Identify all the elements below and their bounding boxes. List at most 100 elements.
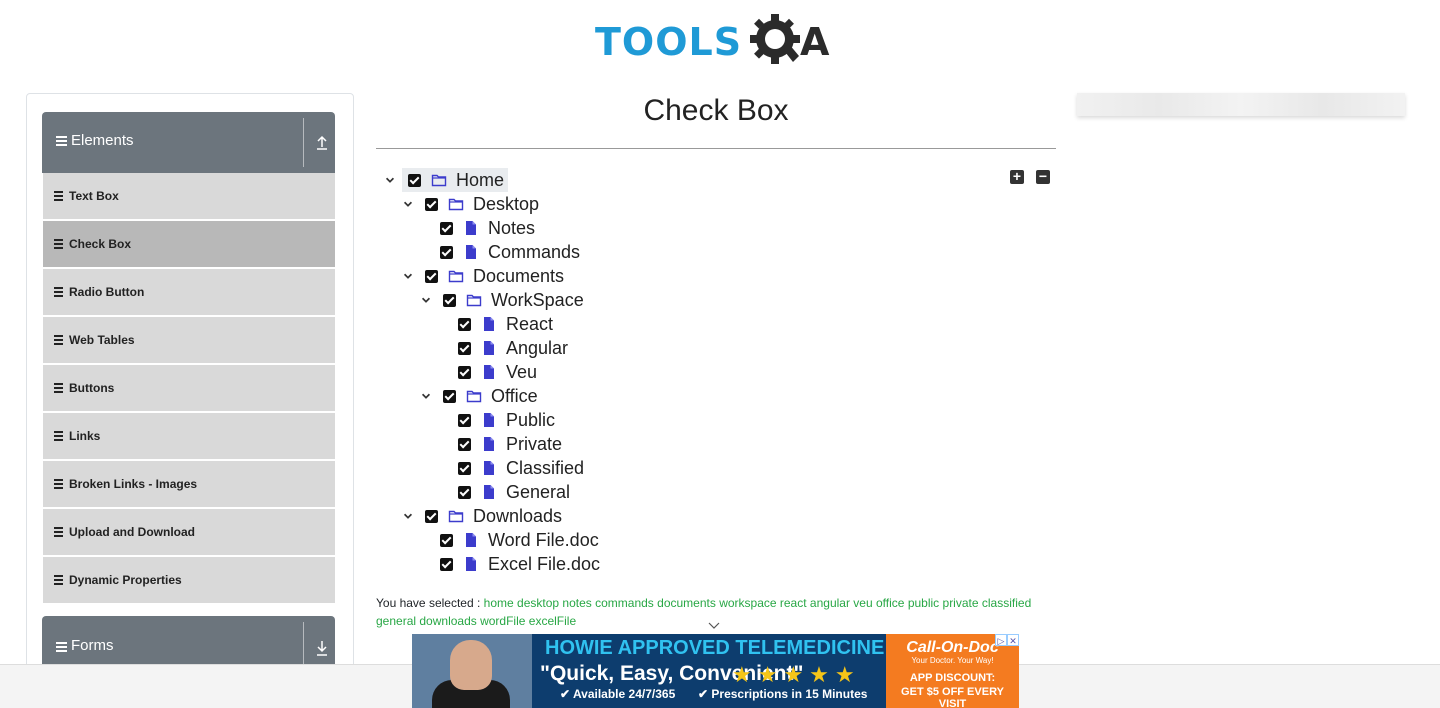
tree-node[interactable]: Veu [455,360,537,384]
tree-node-label: Desktop [473,193,540,214]
sidebar-item-links[interactable]: Links [43,413,335,459]
collapse-all-button[interactable]: − [1036,169,1050,184]
tree-node[interactable]: General [455,480,570,504]
tree-node[interactable]: React [455,312,553,336]
group-header-elements[interactable]: Elements [42,112,335,173]
sidebar-item-upload-download[interactable]: Upload and Download [43,509,335,555]
chevron-down-icon[interactable] [401,269,415,283]
ad-person-face [450,640,492,690]
tree-node[interactable]: Notes [437,216,535,240]
checkbox-checked-icon[interactable] [458,341,471,355]
chevron-down-icon[interactable] [419,293,433,307]
tree-node[interactable]: Desktop [401,192,539,216]
chevron-down-icon[interactable] [383,173,397,187]
menu-item-icon [54,431,63,441]
checkbox-checked-icon[interactable] [443,389,456,403]
sidebar-item-label: Web Tables [69,333,135,347]
selected-item: downloads [419,614,477,628]
tree-node-label: Public [506,409,556,430]
sidebar-item-dynamic-properties[interactable]: Dynamic Properties [43,557,335,603]
selected-item: wordFile [480,614,526,628]
file-icon [481,364,497,380]
tree-node[interactable]: Word File.doc [437,528,599,552]
checkbox-checked-icon[interactable] [458,437,471,451]
checkbox-checked-icon[interactable] [440,245,453,259]
tree-node[interactable]: Public [455,408,555,432]
chevron-down-icon[interactable] [401,197,415,211]
sidebar-item-label: Broken Links - Images [69,477,198,491]
tree-node[interactable]: Commands [437,240,580,264]
menu-item-icon [54,239,63,249]
tree-node-label: React [506,313,554,334]
checkbox-checked-icon[interactable] [440,557,453,571]
checkbox-checked-icon[interactable] [458,413,471,427]
chevron-down-icon[interactable] [419,389,433,403]
tree-node[interactable]: WorkSpace [419,288,584,312]
checkbox-checked-icon[interactable] [425,197,438,211]
expand-all-button[interactable]: + [1010,169,1024,184]
checkbox-checked-icon[interactable] [425,269,438,283]
sidebar-item-broken-links[interactable]: Broken Links - Images [43,461,335,507]
file-icon [481,412,497,428]
star-rating-icon: ★★★★★ [732,662,861,687]
tree-node-label: Commands [488,241,581,262]
ad-close-icon[interactable]: ✕ [1007,634,1019,646]
tree-node[interactable]: Documents [401,264,564,288]
tree-node[interactable]: Private [455,432,562,456]
selected-item: workspace [719,596,777,610]
checkbox-checked-icon[interactable] [458,317,471,331]
ad-feature: ✔ Available 24/7/365 [560,687,676,701]
right-ad-placeholder [1077,93,1405,116]
sidebar-item-check-box[interactable]: Check Box [43,221,335,267]
sidebar-item-label: Text Box [69,189,119,203]
toolsqa-logo[interactable]: TOOLS A [595,12,840,68]
checkbox-checked-icon[interactable] [443,293,456,307]
expand-down-icon[interactable] [315,640,329,656]
checkbox-checked-icon[interactable] [408,173,421,187]
checkbox-checked-icon[interactable] [440,533,453,547]
tree-node[interactable]: Downloads [401,504,562,528]
selected-item: desktop [517,596,560,610]
ad-choices[interactable]: ▷ ✕ [995,634,1019,646]
sidebar-item-buttons[interactable]: Buttons [43,365,335,411]
checkbox-checked-icon[interactable] [458,485,471,499]
selected-item: private [942,596,979,610]
tree-node-label: Documents [473,265,565,286]
chevron-down-icon[interactable] [401,509,415,523]
left-panel: Elements Text Box Check Box Radio Button… [26,93,354,708]
checkbox-checked-icon[interactable] [458,365,471,379]
selected-item: veu [853,596,873,610]
tree-node[interactable]: Office [419,384,538,408]
tree-node[interactable]: Classified [455,456,584,480]
adchoices-icon[interactable]: ▷ [995,634,1007,646]
ad-brand-sub: Your Doctor. Your Way! [911,656,994,665]
sidebar-item-label: Buttons [69,381,115,395]
group-title: Elements [71,132,134,149]
checkbox-checked-icon[interactable] [425,509,438,523]
sidebar-item-web-tables[interactable]: Web Tables [43,317,335,363]
menu-item-icon [54,335,63,345]
folder-icon [466,292,482,308]
file-icon [463,532,479,548]
elements-group-icon [56,136,67,147]
file-icon [481,484,497,500]
advertisement-banner[interactable]: HOWIE APPROVED TELEMEDICINE "Quick, Easy… [412,634,1019,708]
folder-icon [448,268,464,284]
selected-item: angular [809,596,850,610]
collapse-up-icon[interactable] [315,134,329,150]
title-divider [376,148,1056,149]
tree-node-label: Classified [506,457,585,478]
tree-node[interactable]: Excel File.doc [437,552,600,576]
sidebar-item-radio-button[interactable]: Radio Button [43,269,335,315]
sidebar-item-label: Links [69,429,101,443]
selected-item: home [483,596,514,610]
selected-item: office [876,596,905,610]
chevron-down-icon[interactable] [708,619,720,631]
checkbox-checked-icon[interactable] [458,461,471,475]
tree-node[interactable]: Angular [455,336,568,360]
sidebar-item-text-box[interactable]: Text Box [43,173,335,219]
selected-item: classified [981,596,1032,610]
folder-icon [448,196,464,212]
checkbox-checked-icon[interactable] [440,221,453,235]
tree-node[interactable]: Home [383,168,508,192]
